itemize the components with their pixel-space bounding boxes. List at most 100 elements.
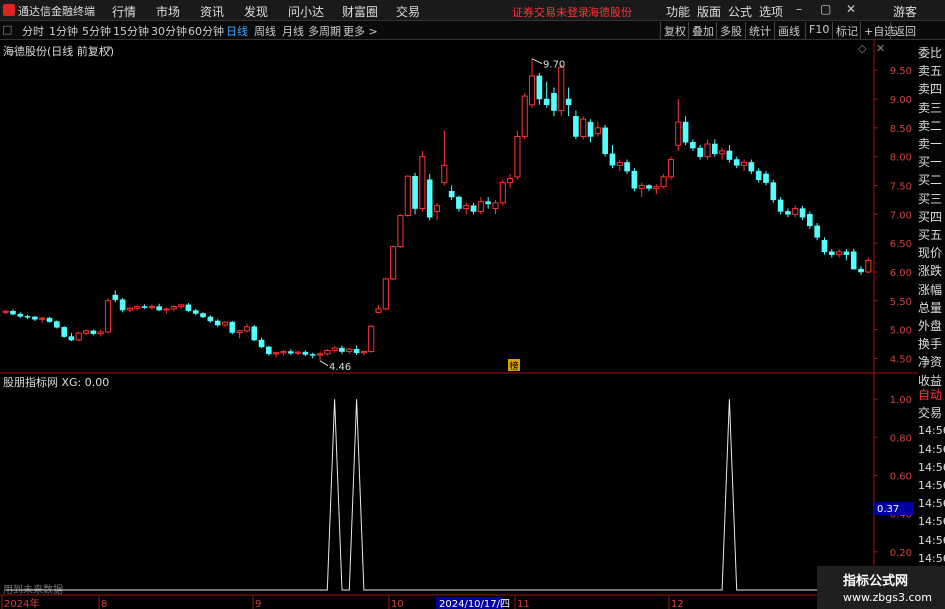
candle-body <box>492 202 499 210</box>
signal-tick-label: 0.60 <box>890 471 912 482</box>
quote-item: 委比 <box>918 46 943 60</box>
quote-item: 外盘 <box>918 319 943 334</box>
candle-body <box>653 186 660 189</box>
candle-body <box>865 259 872 273</box>
menu-ask[interactable]: 问小达 <box>288 3 324 20</box>
quote-item: 卖五 <box>918 64 943 79</box>
candle-body <box>83 330 90 334</box>
tab-more[interactable]: 更多 > <box>343 23 378 39</box>
chart-area[interactable]: 海德股份(日线 前复权) ▾ ◇ ✕ 股朋指标网 XG: 0.00 用到未来数据… <box>0 40 945 609</box>
menu-layout[interactable]: 版面 <box>697 3 721 20</box>
candle-body <box>850 251 857 270</box>
candle-body <box>273 352 280 355</box>
candle-body <box>602 127 608 155</box>
minimize-icon[interactable]: – <box>796 2 802 16</box>
tab-30min[interactable]: 30分钟 <box>151 23 187 39</box>
candle-body <box>119 299 126 311</box>
btn-adjust[interactable]: 复权 <box>660 22 689 39</box>
quote-item: 买五 <box>918 228 943 243</box>
candle-body <box>229 321 236 333</box>
btn-draw[interactable]: 画线 <box>774 22 803 39</box>
candle-body <box>682 121 689 143</box>
tab-intraday[interactable]: 分时 <box>22 23 44 39</box>
candle-body <box>156 306 162 311</box>
candle-body <box>543 98 550 106</box>
user-guest[interactable]: 游客 <box>893 3 917 20</box>
candle-body <box>360 351 367 354</box>
signal-tick-label: 1.00 <box>890 395 912 406</box>
trade-login-warning[interactable]: 证券交易未登录 <box>512 4 589 20</box>
menu-quotes[interactable]: 行情 <box>112 3 136 20</box>
candle-body <box>207 316 214 322</box>
btn-stats[interactable]: 统计 <box>745 22 774 39</box>
candle-body <box>573 116 579 137</box>
candle-body <box>54 321 60 328</box>
quote-item: 卖一 <box>918 137 943 152</box>
signal-line <box>5 399 869 591</box>
btn-f10[interactable]: F10 <box>805 22 832 39</box>
candle-body <box>667 159 675 178</box>
signal-tick-label: 0.80 <box>890 433 912 444</box>
trade-panel: 自动交易14:5614:5614:5614:5614:5614:5614:561… <box>918 386 945 566</box>
candle-body <box>733 159 740 166</box>
trade-item: 14:56 <box>918 533 945 547</box>
high-pointer <box>531 58 543 65</box>
candle-body <box>528 75 536 106</box>
candle-body <box>426 179 433 218</box>
quote-item: 现价 <box>918 246 943 261</box>
watermark-name: 指标公式网 <box>843 574 909 589</box>
trade-item: 交易 <box>918 406 943 421</box>
restore-icon[interactable]: ▢ <box>820 2 831 16</box>
candle-body <box>565 98 572 106</box>
quote-item: 换手 <box>918 337 943 352</box>
btn-mark[interactable]: 标记 <box>832 22 861 39</box>
price-tick-label: 6.00 <box>890 268 912 279</box>
tab-weekly[interactable]: 周线 <box>254 23 276 39</box>
candle-body <box>324 349 331 355</box>
candle-body <box>24 316 31 318</box>
tab-multi-period[interactable]: 多周期 <box>308 23 341 39</box>
time-axis-label: 12 <box>671 599 684 609</box>
tab-1min[interactable]: 1分钟 <box>49 23 78 39</box>
tab-daily[interactable]: 日线 <box>226 23 248 39</box>
candle-body <box>477 201 484 212</box>
trade-item[interactable]: 自动 <box>918 386 945 404</box>
candle-body <box>858 268 864 273</box>
candle-body <box>302 351 309 355</box>
period-toolbar: □ 分时 1分钟 5分钟 15分钟 30分钟 60分钟 日线 周线 月线 多周期… <box>0 21 945 40</box>
low-pointer <box>319 360 329 367</box>
candle-body <box>397 214 404 248</box>
tab-15min[interactable]: 15分钟 <box>113 23 149 39</box>
close-icon[interactable]: ✕ <box>846 2 856 16</box>
quote-item: 卖三 <box>918 100 943 115</box>
menu-market[interactable]: 市场 <box>156 3 180 20</box>
candle-body <box>382 278 389 310</box>
menu-formula[interactable]: 公式 <box>728 3 752 20</box>
time-axis-label: 9 <box>255 599 261 609</box>
toolbar-grid-icon[interactable]: □ <box>2 23 12 36</box>
btn-multi-stock[interactable]: 多股 <box>716 22 745 39</box>
app-logo-icon <box>3 4 15 16</box>
candle-body <box>799 208 806 218</box>
candle-body <box>514 135 521 178</box>
menu-discover[interactable]: 发现 <box>244 3 268 20</box>
menu-trade[interactable]: 交易 <box>396 3 420 20</box>
candle-body <box>638 184 645 189</box>
price-tick-label: 8.00 <box>890 153 912 164</box>
menu-wealth[interactable]: 财富圈 <box>342 3 378 20</box>
candle-body <box>719 150 726 155</box>
candle-body <box>214 320 221 326</box>
tab-monthly[interactable]: 月线 <box>282 23 304 39</box>
candle-body <box>660 176 667 188</box>
tab-60min[interactable]: 60分钟 <box>188 23 224 39</box>
menu-news[interactable]: 资讯 <box>200 3 224 20</box>
price-tick-label: 5.00 <box>890 326 912 337</box>
menu-function[interactable]: 功能 <box>666 3 690 20</box>
tab-5min[interactable]: 5分钟 <box>82 23 111 39</box>
menu-options[interactable]: 选项 <box>759 3 783 20</box>
btn-overlay[interactable]: 叠加 <box>688 22 717 39</box>
candle-body <box>68 336 75 341</box>
btn-back[interactable]: 返回 <box>890 22 919 39</box>
price-tick-label: 7.00 <box>890 210 912 221</box>
candle-body <box>536 75 543 100</box>
